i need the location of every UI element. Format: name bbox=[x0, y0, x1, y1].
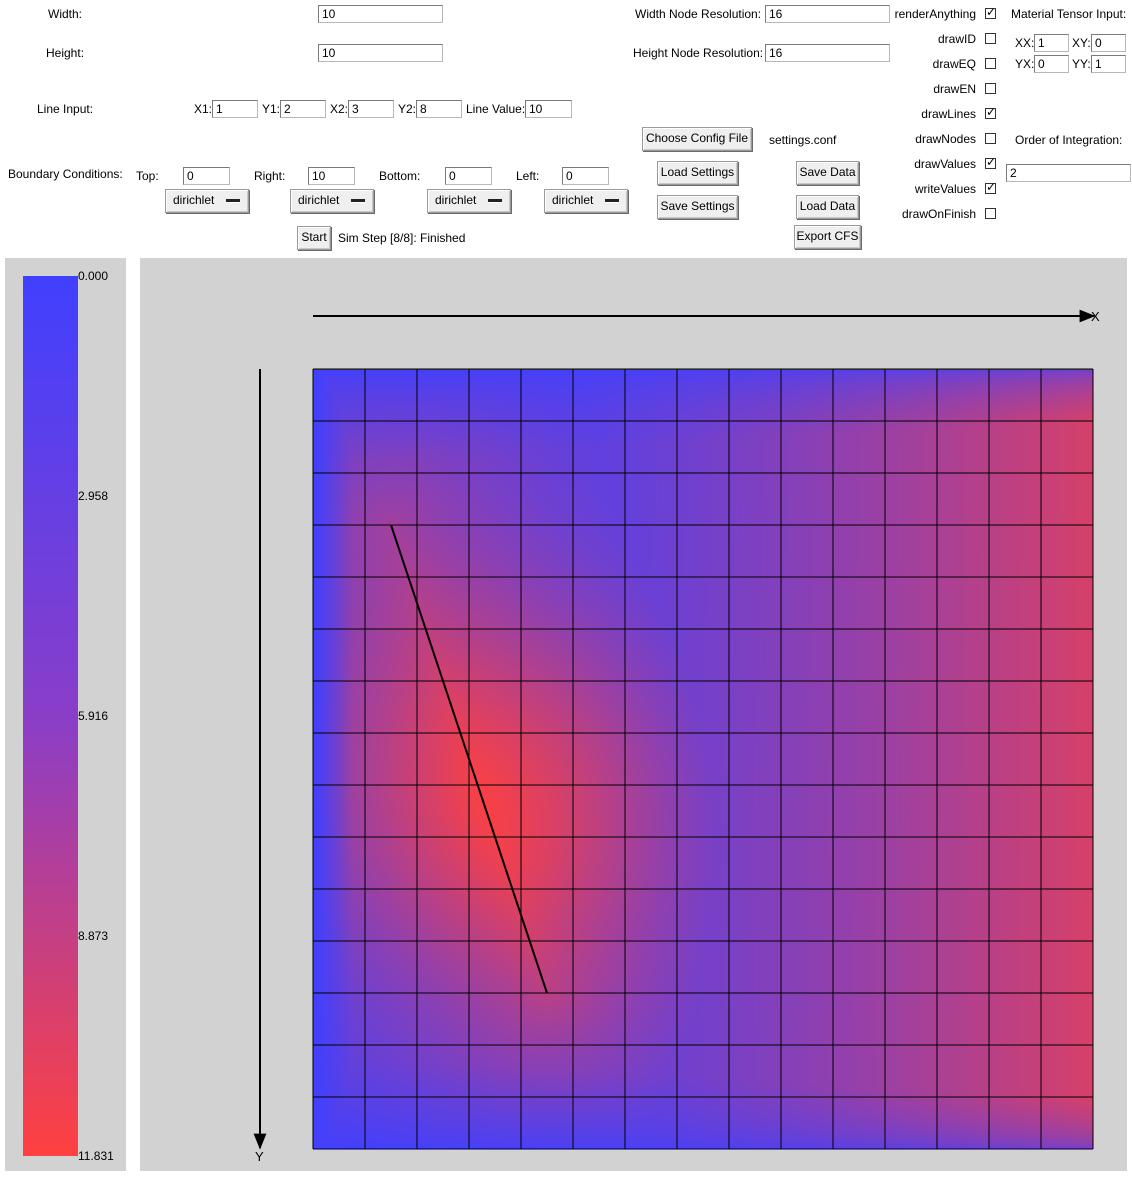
solution-plot: X Y bbox=[253, 309, 1100, 1164]
bottom-input[interactable] bbox=[445, 167, 492, 185]
option-label-draweq: drawEQ bbox=[932, 57, 976, 71]
width-label: Width: bbox=[48, 7, 83, 21]
sim-status: Sim Step [8/8]: Finished bbox=[338, 231, 466, 245]
colorbar-tick-label: 2.958 bbox=[78, 489, 109, 503]
top-input[interactable] bbox=[183, 167, 230, 185]
menu-indicator-icon bbox=[488, 199, 502, 202]
line-value-input[interactable] bbox=[525, 100, 572, 118]
colorbar-tick-label: 11.831 bbox=[78, 1149, 114, 1163]
option-label-drawnodes: drawNodes bbox=[915, 132, 976, 146]
y1-label: Y1: bbox=[262, 102, 281, 116]
height-label: Height: bbox=[46, 46, 85, 60]
x1-input[interactable] bbox=[212, 100, 258, 118]
yx-label: YX: bbox=[1015, 57, 1035, 71]
yx-input[interactable] bbox=[1034, 55, 1069, 73]
choose-config-file-button[interactable]: Choose Config File bbox=[642, 127, 752, 151]
colorbar-tick-label: 8.873 bbox=[78, 929, 109, 943]
yy-input[interactable] bbox=[1091, 55, 1126, 73]
colorbar-panel: 0.000 2.958 5.916 8.873 11.831 bbox=[5, 258, 126, 1171]
save-data-button[interactable]: Save Data bbox=[796, 161, 859, 185]
option-label-renderanything: renderAnything bbox=[894, 7, 976, 21]
boundary-conditions-label: Boundary Conditions: bbox=[8, 167, 123, 181]
left-label: Left: bbox=[516, 169, 540, 183]
checkmark-icon: ✓ bbox=[986, 155, 997, 169]
line-value-label: Line Value: bbox=[466, 102, 526, 116]
bottom-label: Bottom: bbox=[379, 169, 421, 183]
right-type-value: dirichlet bbox=[298, 193, 340, 207]
option-label-drawlines: drawLines bbox=[921, 107, 976, 121]
bottom-type-value: dirichlet bbox=[435, 193, 477, 207]
checkmark-icon: ✓ bbox=[986, 105, 997, 119]
width-input[interactable] bbox=[318, 5, 443, 23]
option-label-drawid: drawID bbox=[937, 32, 976, 46]
load-data-button[interactable]: Load Data bbox=[796, 195, 859, 219]
height-node-resolution-input[interactable] bbox=[765, 44, 890, 62]
top-label: Top: bbox=[136, 169, 159, 183]
option-checkbox-drawid[interactable] bbox=[985, 33, 996, 44]
left-type-value: dirichlet bbox=[552, 193, 594, 207]
x2-label: X2: bbox=[330, 102, 349, 116]
colorbar-tick-label: 0.000 bbox=[78, 269, 109, 283]
option-checkbox-renderanything[interactable]: ✓ bbox=[985, 5, 997, 19]
option-label-drawonfinish: drawOnFinish bbox=[901, 207, 976, 221]
right-label: Right: bbox=[254, 169, 286, 183]
x2-input[interactable] bbox=[348, 100, 394, 118]
x-axis-label: X bbox=[1091, 309, 1100, 324]
right-input[interactable] bbox=[308, 167, 355, 185]
height-input[interactable] bbox=[318, 44, 443, 62]
option-checkbox-drawonfinish[interactable] bbox=[985, 208, 996, 219]
width-node-resolution-label: Width Node Resolution: bbox=[635, 7, 762, 21]
integration-order-label: Order of Integration: bbox=[1015, 133, 1123, 147]
checkmark-icon: ✓ bbox=[986, 5, 997, 19]
menu-indicator-icon bbox=[605, 199, 619, 202]
menu-indicator-icon bbox=[226, 199, 240, 202]
option-checkbox-drawlines[interactable]: ✓ bbox=[985, 105, 997, 119]
option-label-writevalues: writeValues bbox=[914, 182, 976, 196]
plot-panel: X Y bbox=[140, 258, 1127, 1171]
xx-input[interactable] bbox=[1034, 34, 1069, 52]
material-tensor-title: Material Tensor Input: bbox=[1011, 7, 1127, 21]
y1-input[interactable] bbox=[280, 100, 326, 118]
option-checkbox-writevalues[interactable]: ✓ bbox=[985, 180, 997, 194]
y-axis-label: Y bbox=[255, 1149, 264, 1164]
right-type-menu[interactable]: dirichlet bbox=[290, 189, 374, 213]
load-settings-button[interactable]: Load Settings bbox=[657, 161, 738, 185]
colorbar-gradient bbox=[23, 276, 78, 1156]
option-checkbox-draweq[interactable] bbox=[985, 58, 996, 69]
top-type-value: dirichlet bbox=[173, 193, 215, 207]
option-label-drawvalues: drawValues bbox=[914, 157, 976, 171]
yy-label: YY: bbox=[1072, 57, 1091, 71]
x1-label: X1: bbox=[194, 102, 213, 116]
menu-indicator-icon bbox=[351, 199, 365, 202]
height-node-resolution-label: Height Node Resolution: bbox=[633, 46, 764, 60]
left-input[interactable] bbox=[562, 167, 609, 185]
option-label-drawen: drawEN bbox=[933, 82, 976, 96]
option-checkbox-drawvalues[interactable]: ✓ bbox=[985, 155, 997, 169]
left-type-menu[interactable]: dirichlet bbox=[544, 189, 628, 213]
line-input-label: Line Input: bbox=[37, 102, 94, 116]
config-file-name: settings.conf bbox=[769, 133, 837, 147]
width-node-resolution-input[interactable] bbox=[765, 5, 890, 23]
integration-order-input[interactable] bbox=[1006, 164, 1131, 182]
xx-label: XX: bbox=[1015, 36, 1035, 50]
xy-input[interactable] bbox=[1091, 34, 1126, 52]
y2-label: Y2: bbox=[398, 102, 417, 116]
option-checkbox-drawnodes[interactable] bbox=[985, 133, 996, 144]
save-settings-button[interactable]: Save Settings bbox=[657, 195, 738, 219]
bottom-type-menu[interactable]: dirichlet bbox=[427, 189, 511, 213]
top-type-menu[interactable]: dirichlet bbox=[165, 189, 249, 213]
option-checkbox-drawen[interactable] bbox=[985, 83, 996, 94]
export-cfs-button[interactable]: Export CFS bbox=[794, 225, 861, 249]
colorbar-tick-label: 5.916 bbox=[78, 709, 109, 723]
heatmap bbox=[313, 369, 1093, 1149]
y2-input[interactable] bbox=[416, 100, 462, 118]
xy-label: XY: bbox=[1072, 36, 1091, 50]
start-button[interactable]: Start bbox=[297, 226, 331, 250]
checkmark-icon: ✓ bbox=[986, 180, 997, 194]
